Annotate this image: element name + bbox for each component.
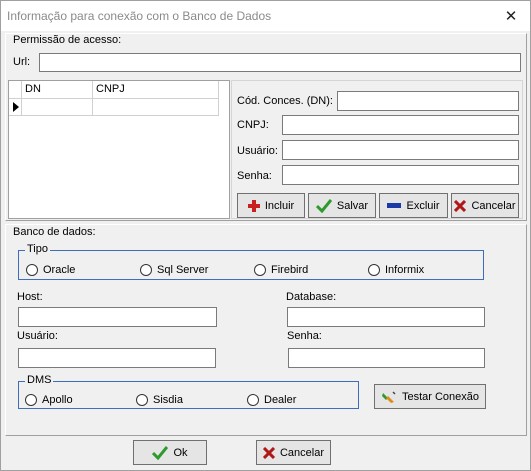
radio-informix[interactable]: Informix [368, 264, 424, 276]
senha-input[interactable] [282, 165, 519, 185]
cancelar-label: Cancelar [471, 199, 516, 212]
radio-oracle[interactable]: Oracle [26, 264, 75, 276]
grid-header-cnpj[interactable]: CNPJ [93, 81, 219, 99]
excluir-button[interactable]: Excluir [379, 193, 448, 218]
check-icon [152, 445, 169, 460]
cancelar-button[interactable]: Cancelar [451, 193, 519, 218]
radio-dealer[interactable]: Dealer [247, 394, 296, 406]
usuario-input[interactable] [282, 140, 519, 160]
grid-corner [9, 81, 22, 99]
host-label: Host: [17, 291, 43, 303]
cnpj-label: CNPJ: [237, 119, 269, 131]
radio-sisdia[interactable]: Sisdia [136, 394, 183, 406]
radio-label: Informix [385, 264, 425, 276]
usuario-label: Usuário: [237, 145, 278, 157]
x-icon [262, 446, 275, 459]
cnpj-input[interactable] [282, 115, 519, 135]
close-button[interactable]: ✕ [497, 7, 525, 27]
database-input[interactable] [287, 307, 485, 327]
radio-circle-icon [136, 394, 148, 406]
excluir-label: Excluir [406, 199, 440, 212]
radio-circle-icon [26, 264, 38, 276]
salvar-button[interactable]: Salvar [308, 193, 376, 218]
radio-circle-icon [140, 264, 152, 276]
dialog-window: Informação para conexão com o Banco de D… [0, 0, 531, 471]
host-input[interactable] [18, 307, 217, 327]
salvar-label: Salvar [336, 199, 369, 212]
window-title: Informação para conexão com o Banco de D… [7, 9, 272, 23]
radio-circle-icon [254, 264, 266, 276]
dms-legend: DMS [25, 374, 54, 386]
radio-label: Apollo [42, 394, 73, 406]
incluir-label: Incluir [264, 199, 295, 212]
radio-sql-server[interactable]: Sql Server [140, 264, 208, 276]
table-cell[interactable] [22, 99, 93, 116]
radio-firebird[interactable]: Firebird [254, 264, 308, 276]
row-pointer-icon [13, 102, 19, 112]
radio-label: Oracle [43, 264, 76, 276]
access-legend: Permissão de acesso: [13, 34, 122, 46]
radio-circle-icon [25, 394, 37, 406]
footer-cancel-button[interactable]: Cancelar [256, 440, 331, 465]
check-icon [315, 198, 332, 213]
radio-circle-icon [368, 264, 380, 276]
radio-apollo[interactable]: Apollo [25, 394, 73, 406]
db-senha-label: Senha: [287, 330, 322, 342]
footer-cancel-label: Cancelar [279, 446, 325, 459]
radio-label: Sql Server [157, 264, 209, 276]
grid-header-dn[interactable]: DN [22, 81, 93, 99]
cod-label: Cód. Conces. (DN): [237, 95, 333, 107]
db-senha-input[interactable] [288, 348, 485, 368]
senha-label: Senha: [237, 170, 272, 182]
x-icon [454, 199, 467, 212]
access-grid[interactable]: DN CNPJ [8, 80, 230, 219]
tipo-legend: Tipo [25, 243, 50, 255]
testar-label: Testar Conexão [401, 390, 480, 403]
plug-icon [381, 390, 396, 403]
row-indicator [9, 99, 22, 116]
radio-circle-icon [247, 394, 259, 406]
db-usuario-label: Usuário: [17, 330, 58, 342]
radio-label: Firebird [271, 264, 309, 276]
minus-icon [387, 202, 402, 208]
url-input[interactable] [39, 53, 521, 72]
url-label: Url: [13, 56, 31, 68]
db-legend: Banco de dados: [13, 226, 96, 238]
cod-input[interactable] [337, 91, 519, 111]
radio-label: Dealer [264, 394, 297, 406]
title-bar: Informação para conexão com o Banco de D… [1, 1, 530, 31]
db-usuario-input[interactable] [18, 348, 216, 368]
ok-label: Ok [173, 446, 188, 459]
plus-icon [247, 199, 260, 212]
testar-conexao-button[interactable]: Testar Conexão [374, 384, 486, 409]
database-label: Database: [286, 291, 337, 303]
ok-button[interactable]: Ok [133, 440, 207, 465]
incluir-button[interactable]: Incluir [237, 193, 305, 218]
radio-label: Sisdia [153, 394, 183, 406]
table-cell[interactable] [93, 99, 219, 116]
